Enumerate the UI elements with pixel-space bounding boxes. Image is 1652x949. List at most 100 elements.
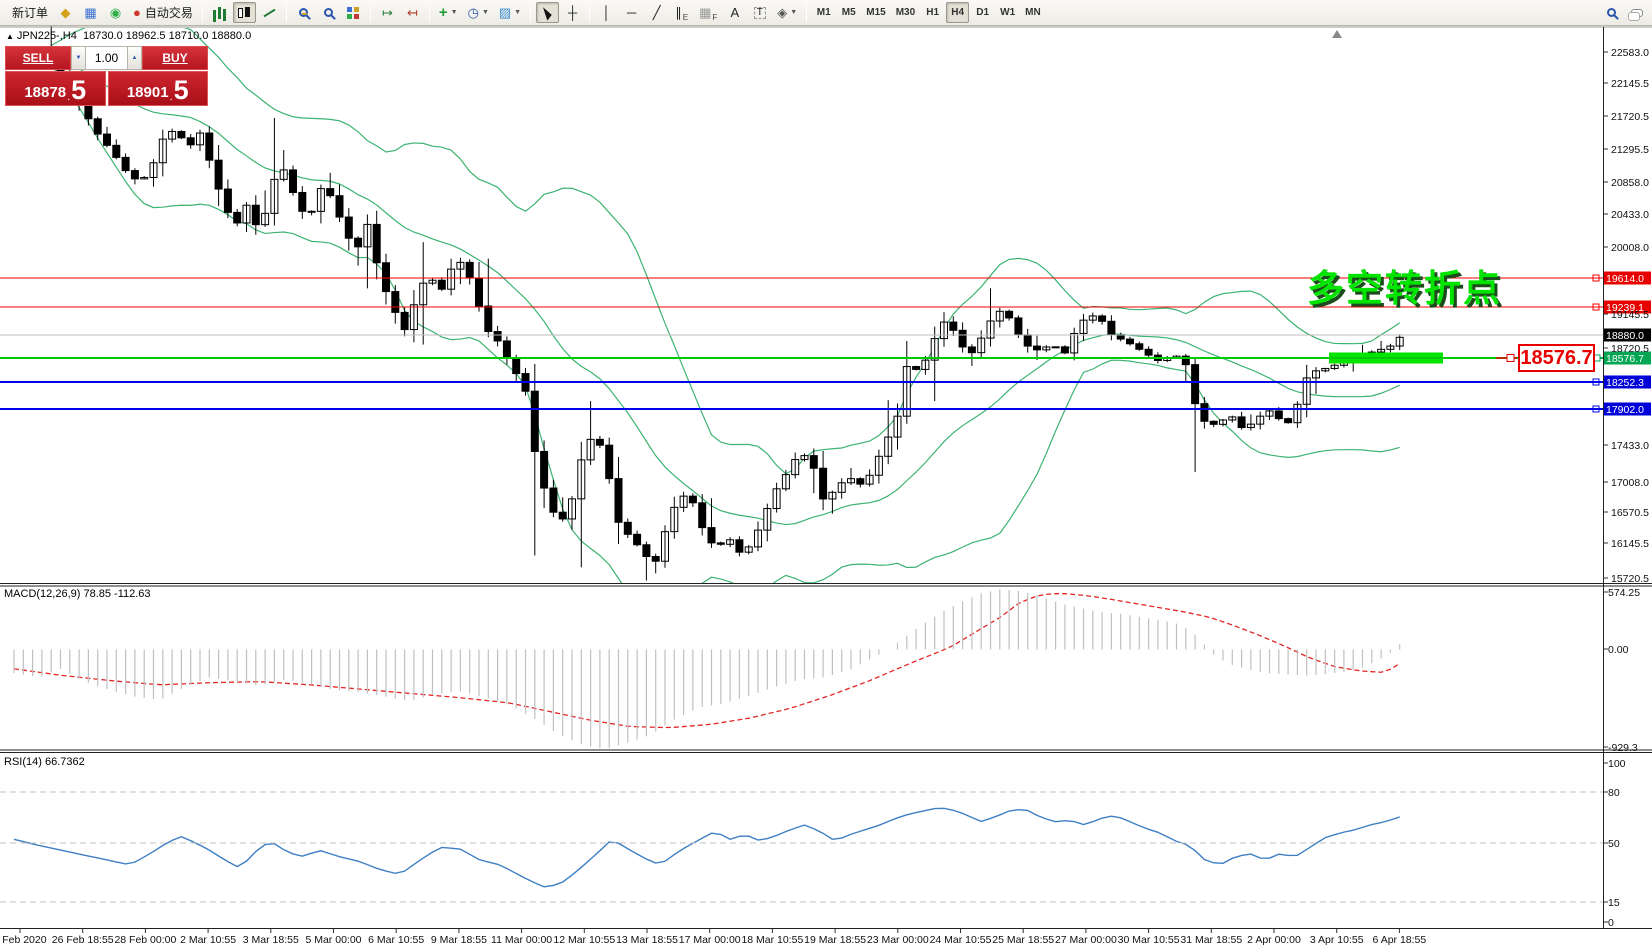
autotrading-button[interactable]: ●自动交易 xyxy=(129,2,197,23)
templates-icon: ▨ xyxy=(499,6,511,19)
tile-windows-button[interactable] xyxy=(342,2,365,23)
buy-price[interactable]: 18901 . 5 xyxy=(108,71,209,106)
svg-text:13 Mar 18:55: 13 Mar 18:55 xyxy=(616,934,678,946)
arrow-down-icon: ▼ xyxy=(76,55,82,61)
fibonacci-button[interactable]: ▦F xyxy=(695,2,721,23)
bar-chart-icon xyxy=(218,7,221,19)
sell-price-dot: . xyxy=(67,91,70,103)
zoom-out-button[interactable] xyxy=(317,2,340,23)
horizontal-line-button[interactable]: ─ xyxy=(620,2,643,23)
buy-button[interactable]: BUY xyxy=(142,46,208,70)
candles-layer xyxy=(11,49,1404,561)
svg-text:5 Mar 00:00: 5 Mar 00:00 xyxy=(305,934,361,946)
svg-text:17 Mar 00:00: 17 Mar 00:00 xyxy=(679,934,741,946)
svg-text:18880.0: 18880.0 xyxy=(1606,330,1644,342)
zoom-in-button[interactable] xyxy=(292,2,315,23)
svg-text:0: 0 xyxy=(1608,917,1614,929)
icon-subscript: E xyxy=(683,13,688,22)
timeframe-m1-button[interactable]: M1 xyxy=(812,2,835,23)
timeframe-mn-button[interactable]: MN xyxy=(1021,2,1045,23)
svg-text:80: 80 xyxy=(1608,787,1620,799)
vertical-line-button[interactable]: │ xyxy=(595,2,618,23)
svg-text:-929.3: -929.3 xyxy=(1608,742,1638,754)
profiles-button[interactable]: ▦ xyxy=(79,2,102,23)
svg-text:15720.5: 15720.5 xyxy=(1611,573,1649,585)
periods-icon: ◷ xyxy=(468,6,479,19)
auto-scroll-button[interactable]: ↦ xyxy=(376,2,399,23)
chart-shift-marker[interactable] xyxy=(1332,30,1342,38)
svg-text:19 Mar 18:55: 19 Mar 18:55 xyxy=(804,934,866,946)
icon-subscript: F xyxy=(712,13,717,22)
arrows-icon: ◈ xyxy=(777,6,787,19)
dropdown-arrow-icon: ▼ xyxy=(482,9,489,16)
toolbar-separator xyxy=(589,4,590,22)
indicators-button[interactable]: +▼ xyxy=(435,2,462,23)
candlestick-chart-button[interactable] xyxy=(233,2,256,23)
fibonacci-icon: ▦ xyxy=(699,6,711,19)
text-button[interactable]: A xyxy=(723,2,746,23)
sell-button[interactable]: SELL xyxy=(5,46,71,70)
signals-button[interactable]: ◉ xyxy=(104,2,127,23)
svg-text:3 Mar 18:55: 3 Mar 18:55 xyxy=(243,934,299,946)
svg-text:11 Mar 00:00: 11 Mar 00:00 xyxy=(491,934,552,946)
timeframe-d1-button[interactable]: D1 xyxy=(971,2,994,23)
text-label-icon: T xyxy=(754,7,766,19)
svg-text:0.00: 0.00 xyxy=(1608,644,1629,656)
volume-decrease-button[interactable]: ▼ xyxy=(71,46,86,70)
one-click-trading-panel: SELL ▼ ▲ BUY 18878 . 5 18901 . 5 xyxy=(5,46,208,106)
price-axis[interactable]: 22583.022145.521720.521295.520858.020433… xyxy=(1608,47,1649,929)
templates-button[interactable]: ▨▼ xyxy=(495,2,525,23)
timeframe-w1-button[interactable]: W1 xyxy=(996,2,1019,23)
svg-text:31 Mar 18:55: 31 Mar 18:55 xyxy=(1180,934,1242,946)
periods-button[interactable]: ◷▼ xyxy=(464,2,493,23)
profiles-icon: ▦ xyxy=(84,6,96,19)
volume-increase-button[interactable]: ▲ xyxy=(127,46,142,70)
bar-chart-button[interactable] xyxy=(208,2,231,23)
chart-annotation-text[interactable]: 多空转折点 xyxy=(1307,258,1502,312)
chart-canvas[interactable]: 19614.019239.118880.018576.718252.317902… xyxy=(0,0,1652,949)
svg-text:3 Apr 10:55: 3 Apr 10:55 xyxy=(1310,934,1364,946)
text-label-button[interactable]: T xyxy=(748,2,771,23)
cursor-button[interactable] xyxy=(536,2,559,23)
timeframe-m30-button[interactable]: M30 xyxy=(892,2,919,23)
chart-shift-icon: ↤ xyxy=(407,6,418,19)
auto-scroll-icon: ↦ xyxy=(382,6,393,19)
sell-price-main: 18878 xyxy=(24,83,66,103)
toolbar-separator xyxy=(530,4,531,22)
text-icon: A xyxy=(730,6,739,19)
volume-input[interactable] xyxy=(86,46,127,70)
tile-windows-icon xyxy=(347,7,352,12)
equidistant-channel-button[interactable]: ∥E xyxy=(670,2,693,23)
timeframe-h4-button[interactable]: H4 xyxy=(946,2,969,23)
key-level-price-label[interactable]: 18576.7 xyxy=(1518,344,1595,372)
svg-text:18252.3: 18252.3 xyxy=(1606,377,1644,389)
crosshair-button[interactable]: ┼ xyxy=(561,2,584,23)
search-button[interactable] xyxy=(1600,2,1623,23)
arrows-button[interactable]: ◈▼ xyxy=(773,2,801,23)
timeframe-d1-button-label: D1 xyxy=(976,7,989,18)
crosshair-icon: ┼ xyxy=(568,6,577,19)
svg-text:50: 50 xyxy=(1608,838,1620,850)
new-order-button[interactable]: 新订单 xyxy=(4,2,52,23)
charts-button[interactable]: ◆ xyxy=(54,2,77,23)
sell-price[interactable]: 18878 . 5 xyxy=(5,71,106,106)
chat-button[interactable] xyxy=(1625,2,1648,23)
svg-text:16145.5: 16145.5 xyxy=(1611,538,1649,550)
chat-icon xyxy=(1631,9,1643,17)
svg-text:17902.0: 17902.0 xyxy=(1606,404,1644,416)
search-icon xyxy=(1607,8,1616,17)
line-chart-button[interactable] xyxy=(258,2,281,23)
svg-text:21295.5: 21295.5 xyxy=(1611,144,1649,156)
time-axis[interactable]: 5 Feb 202026 Feb 18:5528 Feb 00:002 Mar … xyxy=(0,934,1426,946)
rsi-indicator-label: RSI(14) 66.7362 xyxy=(4,756,85,768)
timeframe-h1-button[interactable]: H1 xyxy=(921,2,944,23)
timeframe-m15-button[interactable]: M15 xyxy=(862,2,889,23)
chart-symbol-period: JPN225-,H4 xyxy=(17,30,77,42)
timeframe-m5-button[interactable]: M5 xyxy=(837,2,860,23)
trendline-button[interactable]: ╱ xyxy=(645,2,668,23)
horizontal-line-icon: ─ xyxy=(627,6,636,19)
equidistant-channel-icon: ∥ xyxy=(675,6,682,19)
chart-shift-button[interactable]: ↤ xyxy=(401,2,424,23)
svg-text:16570.5: 16570.5 xyxy=(1611,507,1649,519)
timeframe-m1-button-label: M1 xyxy=(817,7,831,18)
